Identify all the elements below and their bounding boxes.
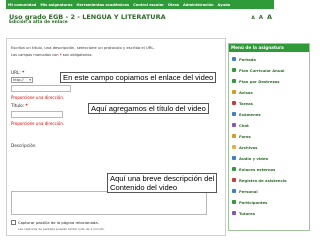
sidebar-item-examenes[interactable]: Exámenes <box>232 109 261 119</box>
page-subtitle: Edición a alta de enlace <box>9 20 68 25</box>
nav-mis-asignaturas[interactable]: Mis asignaturas <box>40 3 72 7</box>
calendar-icon <box>232 178 236 182</box>
nav-control-escolar[interactable]: Control escolar <box>133 3 164 7</box>
document-icon <box>232 79 236 83</box>
sidebar-item-plan-por-destrezas[interactable]: Plan por Destrezas <box>232 76 279 86</box>
sidebar-item-enlaces-externos[interactable]: Enlaces externos <box>232 164 275 174</box>
sidebar-item-audio-y-video[interactable]: Audio y video <box>232 153 268 163</box>
document-icon <box>232 68 236 72</box>
font-size-controls: A A A <box>249 13 272 21</box>
description-label: Descripción <box>11 143 36 148</box>
url-error-message: Proporcione una dirección. <box>11 95 65 100</box>
sidebar-item-tutores[interactable]: Tutores <box>232 208 255 218</box>
nav-otros[interactable]: Otros <box>168 3 179 7</box>
font-size-large-button[interactable]: A <box>267 13 272 21</box>
sidebar-item-archivos[interactable]: Archivos <box>232 142 257 152</box>
link-icon <box>232 167 236 171</box>
sidebar-item-avisos[interactable]: Avisos <box>232 87 253 97</box>
course-header: Uso grado EGB - 2 - LENGUA Y LITERATURA … <box>6 9 274 26</box>
title-label: Título: * <box>11 103 28 108</box>
url-label: URL: * <box>11 70 25 75</box>
sidebar-item-participantes[interactable]: Participantes <box>232 197 267 207</box>
link-form-panel: Escriba un título, una descripción, sele… <box>6 38 226 236</box>
title-error-message: Proporcione una dirección. <box>11 121 65 126</box>
sidebar-item-tareas[interactable]: Tareas <box>232 98 253 108</box>
group-icon <box>232 200 236 204</box>
pencil-icon <box>232 101 236 105</box>
capture-note: Las capturas de pantalla pueden tardar m… <box>18 227 105 231</box>
nav-mi-comunidad[interactable]: Mi comunidad <box>8 3 36 7</box>
protocol-select[interactable]: http:// <box>11 77 33 83</box>
description-callout: Aquí una breve descripción del Contenido… <box>107 173 218 193</box>
nav-ayuda[interactable]: Ayuda <box>218 3 231 7</box>
forum-icon <box>232 134 236 138</box>
user-icon <box>232 189 236 193</box>
sidebar-item-registro-de-asistencia[interactable]: Registro de asistencia <box>232 175 287 185</box>
url-input[interactable] <box>11 85 71 92</box>
capture-checkbox[interactable] <box>11 220 16 225</box>
font-size-small-button[interactable]: A <box>251 16 254 21</box>
checklist-icon <box>232 112 236 116</box>
sidebar-item-plan-curricular-anual[interactable]: Plan Curricular Anual <box>232 65 284 75</box>
chat-icon <box>232 123 236 127</box>
media-icon <box>232 156 236 160</box>
capture-checkbox-label: Capturar pastilla de la página relaciona… <box>18 220 99 225</box>
megaphone-icon <box>232 90 236 94</box>
url-callout: En este campo copiamos el enlace del vid… <box>60 72 217 83</box>
nav-administracion[interactable]: Administración <box>183 3 214 7</box>
course-menu-sidebar: Menú de la asignatura Portada Plan Curri… <box>228 43 310 231</box>
sidebar-title: Menú de la asignatura <box>229 44 309 52</box>
tutor-icon <box>232 211 236 215</box>
description-textarea[interactable] <box>11 191 207 215</box>
home-icon <box>232 57 236 61</box>
required-fields-note: Los campos marcados con * son obligatori… <box>11 53 93 57</box>
description-callout-line-2: Contenido del video <box>110 183 178 192</box>
font-size-medium-button[interactable]: A <box>259 15 263 21</box>
title-input[interactable] <box>11 111 63 118</box>
sidebar-item-chat[interactable]: Chat <box>232 120 249 130</box>
top-navigation-bar: Mi comunidad Mis asignaturas Herramienta… <box>6 0 274 9</box>
sidebar-item-foros[interactable]: Foros <box>232 131 251 141</box>
form-instructions: Escriba un título, una descripción, sele… <box>11 45 155 50</box>
sidebar-item-portada[interactable]: Portada <box>232 54 256 64</box>
folder-icon <box>232 145 236 149</box>
nav-herramientas-academicas[interactable]: Herramientas académicas <box>77 3 130 7</box>
description-callout-line-1: Aquí una breve descripción del <box>110 174 215 183</box>
sidebar-item-personal[interactable]: Personal <box>232 186 258 196</box>
title-callout: Aquí agregamos el título del video <box>88 103 209 114</box>
